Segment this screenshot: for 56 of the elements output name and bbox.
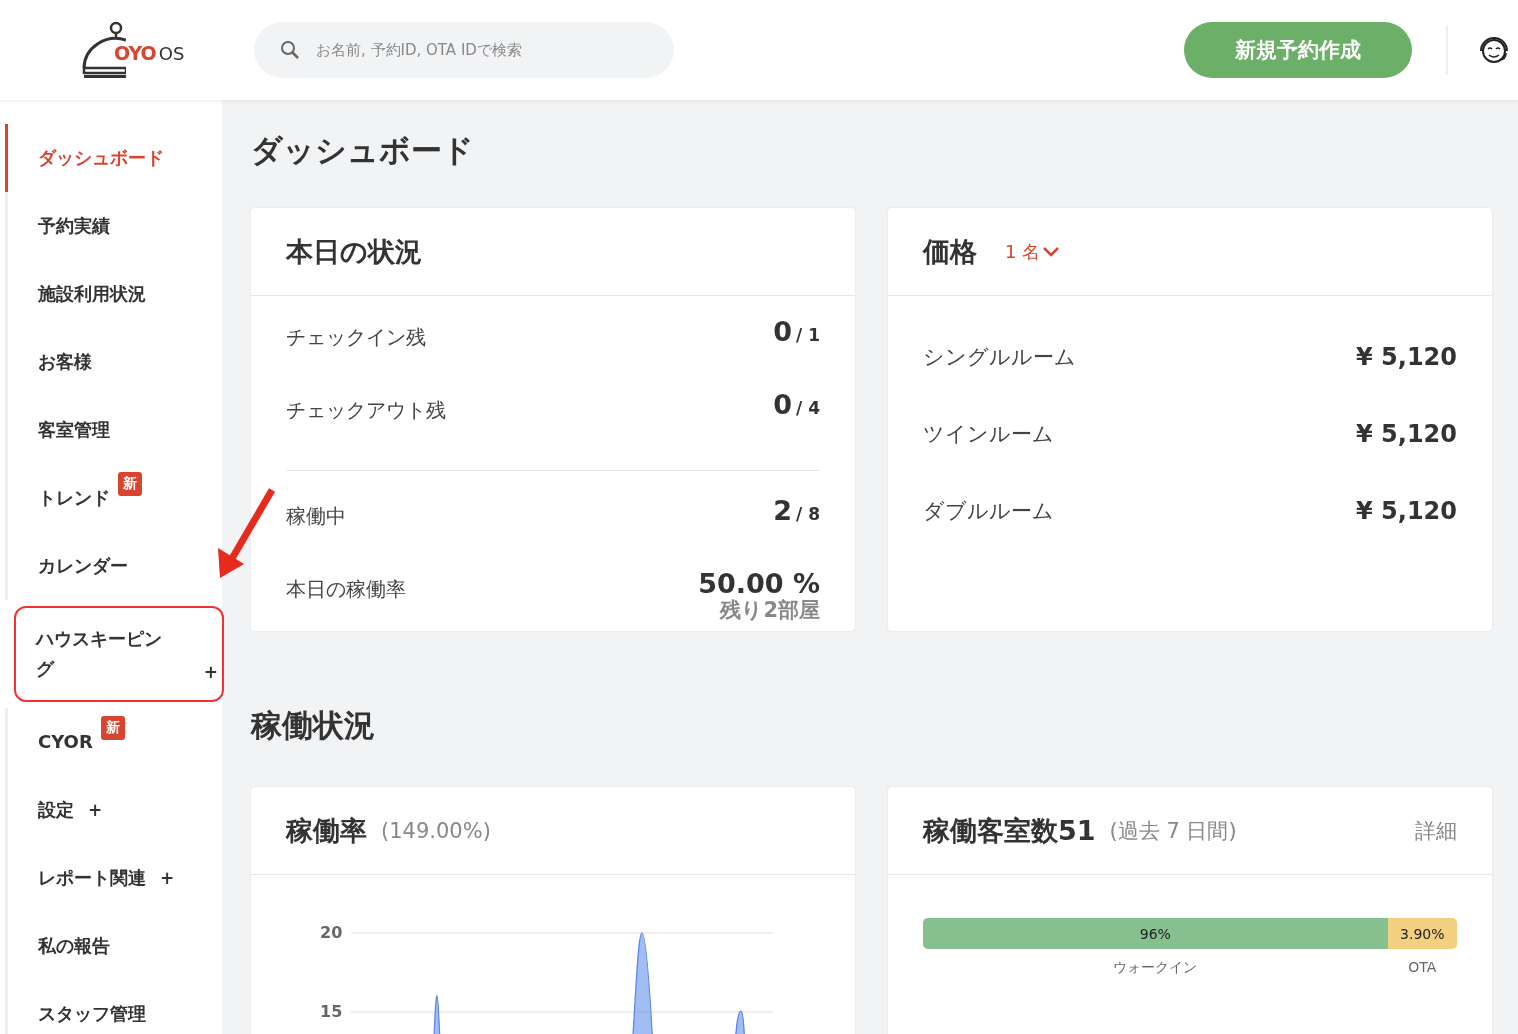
legend-label: ウォークイン	[1113, 959, 1198, 977]
card-title: 稼働率	[286, 813, 367, 848]
page-title: ダッシュボード	[251, 131, 475, 170]
sidebar-item[interactable]: レポート関連 +	[5, 844, 222, 912]
stat-label: 稼働中	[286, 503, 346, 530]
legend-label: OTA	[1408, 959, 1437, 977]
axis-label: 20	[320, 923, 342, 942]
stat-label: チェックイン残	[286, 324, 426, 351]
room-type-label: シングルルーム	[923, 343, 1076, 371]
logo-text: OS	[158, 43, 185, 64]
stat-value: 50.00 %	[698, 568, 820, 599]
expand-icon[interactable]: +	[203, 662, 218, 682]
stat-value: 0	[773, 389, 793, 420]
stat-total: / 8	[796, 504, 820, 524]
new-badge: 新	[118, 472, 142, 496]
new-badge: 新	[100, 716, 125, 740]
card-title: 稼働客室数51	[923, 813, 1096, 848]
guest-count-dropdown[interactable]: 1 名	[999, 238, 1067, 265]
room-type-label: ツインルーム	[923, 420, 1054, 448]
stat-value: 2	[773, 495, 793, 526]
sidebar-item[interactable]: ダッシュボード	[5, 124, 222, 192]
support-headset-icon[interactable]	[1478, 34, 1510, 66]
logo-text: OYO	[114, 42, 156, 64]
sidebar-item[interactable]: スタッフ管理	[5, 980, 222, 1034]
room-price: ¥ 5,120	[1356, 342, 1457, 371]
bar-segment: 96%	[923, 918, 1388, 949]
stat-label: チェックアウト残	[286, 397, 446, 424]
sidebar-item[interactable]: CYOR 新	[5, 708, 222, 776]
stat-label: 本日の稼働率	[286, 576, 406, 603]
sidebar-item[interactable]: 客室管理	[5, 396, 222, 464]
room-type-label: ダブルルーム	[923, 497, 1054, 525]
expand-icon[interactable]: +	[88, 800, 103, 820]
search-field[interactable]: お名前, 予約ID, OTA IDで検索	[254, 22, 674, 78]
sidebar-item[interactable]: 私の報告	[5, 912, 222, 980]
stat-total: / 4	[796, 398, 820, 418]
stat-note: 残り2部屋	[718, 599, 820, 621]
section-title: 稼働状況	[251, 706, 376, 745]
sidebar-item[interactable]: ハウスキーピング +	[14, 606, 224, 702]
expand-icon[interactable]: +	[160, 868, 175, 888]
card-title: 価格	[923, 234, 977, 269]
stat-value: 0	[773, 316, 793, 347]
card-subtitle: (過去 7 日間)	[1109, 817, 1237, 845]
card-subtitle: (149.00%)	[381, 818, 491, 843]
sidebar-item[interactable]: 予約実績	[5, 192, 222, 260]
stat-total: / 1	[796, 325, 820, 345]
axis-label: 15	[320, 1002, 342, 1021]
room-price: ¥ 5,120	[1356, 419, 1457, 448]
card-title: 本日の状況	[286, 234, 422, 269]
chevron-down-icon	[1042, 245, 1061, 258]
details-link[interactable]: 詳細	[1415, 816, 1457, 845]
sidebar-item[interactable]: 施設利用状況	[5, 260, 222, 328]
room-price: ¥ 5,120	[1356, 496, 1457, 525]
sidebar-item[interactable]: お客様	[5, 328, 222, 396]
sidebar-item[interactable]: トレンド 新	[5, 464, 222, 532]
bar-segment: 3.90%	[1387, 918, 1457, 949]
sidebar-item[interactable]: 設定 +	[5, 776, 222, 844]
